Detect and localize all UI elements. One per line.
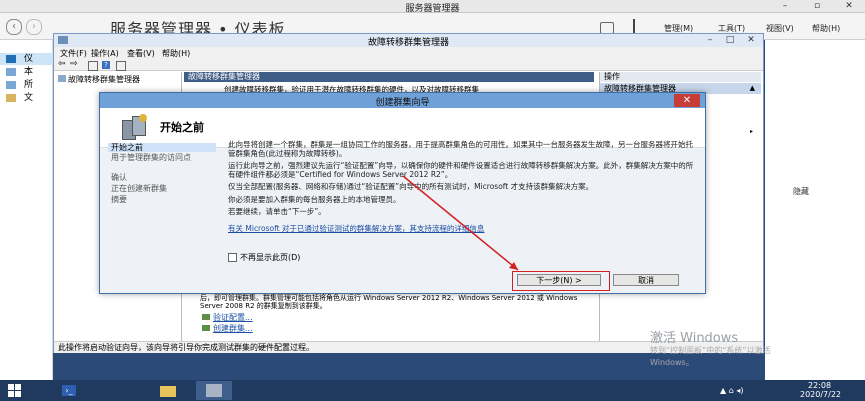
activation-watermark: 激活 Windows 转到“控制面板”中的“系统”以激活 Windows。 — [650, 331, 771, 369]
taskbar: ›_ ▲ ⌂ ◂) 22:08 2020/7/22 — [0, 380, 865, 401]
tray-icons[interactable]: ▲ ⌂ ◂) — [720, 386, 743, 395]
clock-date[interactable]: 2020/7/22 — [800, 390, 841, 399]
server-manager-icon — [206, 384, 222, 397]
watermark-line1: 激活 Windows — [650, 331, 739, 346]
watermark-line3: Windows。 — [650, 358, 694, 367]
folder-icon — [160, 386, 176, 397]
explorer-taskbar-button[interactable] — [150, 382, 186, 399]
powershell-icon: ›_ — [62, 385, 76, 396]
start-button[interactable] — [8, 384, 22, 398]
server-manager-taskbar-button[interactable] — [196, 381, 232, 400]
watermark-line2: 转到“控制面板”中的“系统”以激活 — [650, 346, 771, 355]
powershell-taskbar-button[interactable]: ›_ — [50, 382, 86, 399]
clock-time[interactable]: 22:08 — [808, 381, 831, 390]
